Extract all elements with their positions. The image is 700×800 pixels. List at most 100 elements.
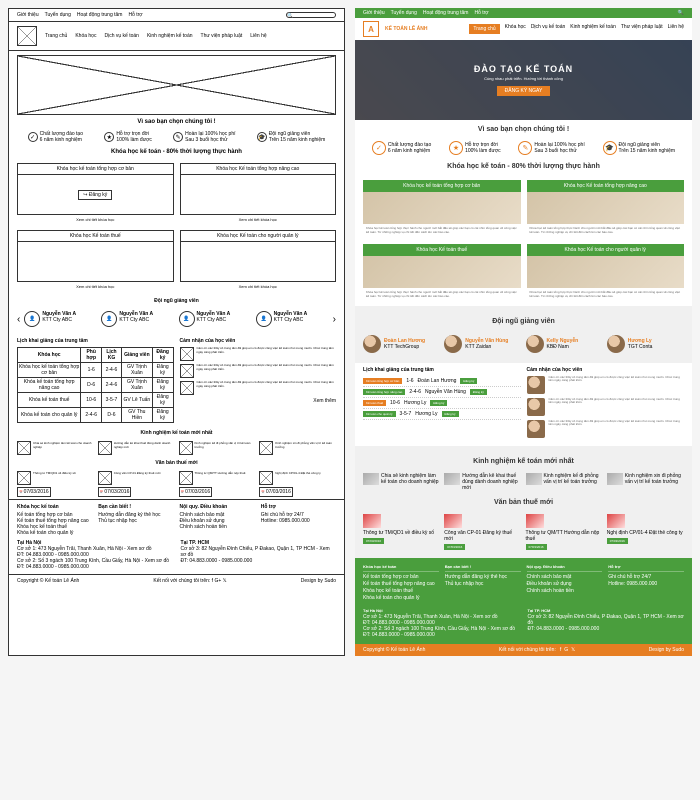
courses-grid: Khóa học kế toán tổng hợp cơ bản ↪ Đăng … [9, 159, 344, 295]
register-button[interactable]: Đăng ký [430, 400, 447, 406]
google-icon[interactable]: G+ [214, 578, 221, 584]
twitter-icon[interactable]: 𝕏 [223, 578, 227, 584]
nav-link[interactable]: Thư viện pháp luật [201, 33, 243, 39]
news-item[interactable]: Kinh nghiệm kế đi phỏng vấn vị trí kế to… [179, 441, 256, 455]
footer: Khóa học kế toánKế toán tổng hợp cơ bảnK… [9, 499, 344, 574]
news-item[interactable]: Kinh nghiệm xin đi phỏng vấn vị trí kế t… [259, 441, 336, 455]
top-link[interactable]: Hỗ trợ [128, 12, 142, 18]
docs-row: Thông tư TM/QD1 về điều kỳ số📅 07/03/201… [9, 469, 344, 499]
search-icon[interactable]: 🔍 [678, 10, 684, 16]
top-link[interactable]: Giới thiệu [17, 12, 39, 18]
nav-link[interactable]: Khóa học [75, 33, 96, 39]
main-nav: Trang chủ Khóa học Dịch vụ kế toán Kinh … [9, 22, 344, 51]
doc-item[interactable]: Thông tư TM/QD1 về điều kỳ số📅 07/03/201… [17, 471, 94, 497]
footer-col: Khóa học kế toánKế toán tổng hợp cơ bảnK… [363, 564, 439, 602]
doc-thumb [17, 471, 31, 485]
twitter-icon[interactable]: 𝕏 [571, 647, 575, 653]
course-card[interactable]: Khóa học Kế toán tổng hợp nâng caoKhóa h… [527, 180, 684, 238]
course-image [180, 175, 337, 215]
nav-link[interactable]: Liên hệ [668, 24, 684, 34]
register-link[interactable]: Đăng ký [152, 378, 173, 393]
course-image [363, 256, 520, 288]
teacher-card[interactable]: 👤Nguyễn Văn AKTT Cty ABC [179, 311, 252, 327]
facebook-icon[interactable]: f [212, 578, 213, 584]
doc-thumb [444, 514, 462, 528]
nav-link[interactable]: Liên hệ [250, 33, 266, 39]
top-link[interactable]: Hoạt động trung tâm [77, 12, 123, 18]
nav-link[interactable]: Dịch vụ kế toán [531, 24, 565, 34]
register-now-button[interactable]: ĐĂNG KÝ NGAY [497, 86, 551, 96]
nav-link[interactable]: Khóa học [505, 24, 526, 34]
course-card[interactable]: Khóa học kế toán tổng hợp cơ bảnKhóa học… [363, 180, 520, 238]
nav-link[interactable]: Dịch vụ kế toán [104, 33, 138, 39]
table-row: Khóa học kế toán tổng hợp cơ bản1-62-4-6… [18, 363, 174, 378]
register-button[interactable]: Đăng ký [460, 378, 477, 384]
topbar: Giới thiệu Tuyển dụng Hoạt động trung tâ… [355, 8, 692, 18]
testimonial-item: Cảm ơn các thầy cô trung tâm đã giúp em … [527, 376, 685, 394]
top-link[interactable]: Giới thiệu [363, 10, 385, 16]
register-button[interactable]: ↪ Đăng ký [78, 190, 112, 200]
doc-item[interactable]: Nghị định CP/01-4 Đặt thẻ công ty07/03/2… [607, 514, 684, 550]
logo-icon[interactable]: A [363, 21, 379, 37]
courses-grid: Khóa học kế toán tổng hợp cơ bảnKhóa học… [355, 176, 692, 306]
news-item[interactable]: Kinh nghiệm xin đi phỏng vấn vị trí kế t… [607, 473, 684, 491]
top-link[interactable]: Tuyển dụng [391, 10, 417, 16]
course-card[interactable]: Khóa học Kế toán tổng hợp nâng cao Xem c… [180, 163, 337, 224]
google-icon[interactable]: G [564, 647, 568, 653]
teacher-card[interactable]: Hương LyTGT Conta [607, 335, 684, 353]
testimonial-avatar [527, 376, 545, 394]
news-item[interactable]: Hướng dẫn kê khai thuế đúng dành doanh n… [444, 473, 521, 491]
news-item[interactable]: Chia sẻ kinh nghiệm làm kế toán cho doan… [17, 441, 94, 455]
news-thumb [607, 473, 623, 485]
doc-item[interactable]: Thông tư QM/TT Hướng dẫn nộp thuế📅 07/03… [179, 471, 256, 497]
facebook-icon[interactable]: f [560, 647, 561, 653]
nav-link[interactable]: Thư viện pháp luật [621, 24, 663, 34]
feature-item: ★Hỗ trợ trọn đời100% làm được [449, 141, 501, 155]
teacher-card[interactable]: 👤Nguyễn Văn AKTT Cty ABC [256, 311, 329, 327]
register-link[interactable]: Đăng ký [152, 393, 173, 408]
course-card[interactable]: Khóa học Kế toán cho người quản lýKhóa h… [527, 244, 684, 302]
register-link[interactable]: Đăng ký [152, 408, 173, 423]
doc-item[interactable]: Thông tư TM/QD1 về điều kỳ số07/03/2016 [363, 514, 440, 550]
teacher-card[interactable]: Đoàn Lan HươngKTT TechGroup [363, 335, 440, 353]
courses-title: Khóa học kế toán - 80% thời lượng thực h… [355, 163, 692, 170]
doc-item[interactable]: Công văn CP-01 Đăng ký thuế mới07/03/201… [444, 514, 521, 550]
search-input[interactable]: 🔍 [286, 12, 336, 18]
course-card[interactable]: Khóa học kế toán tổng hợp cơ bản ↪ Đăng … [17, 163, 174, 224]
feature-item: ★Hỗ trợ trọn đời100% làm được [104, 131, 152, 143]
feature-item: 🎓Đội ngũ giảng viênTrên 15 năm kinh nghi… [603, 141, 676, 155]
nav-link[interactable]: Trang chủ [469, 24, 499, 34]
course-card[interactable]: Khóa học Kế toán thuếKhóa học kế toán tổ… [363, 244, 520, 302]
nav-link[interactable]: Kinh nghiệm kế toán [570, 24, 616, 34]
teacher-card[interactable]: 👤Nguyễn Văn AKTT Cty ABC [101, 311, 174, 327]
calendar-icon: 📅 07/03/2016 [98, 487, 132, 497]
register-button[interactable]: Đăng ký [470, 389, 487, 395]
top-link[interactable]: Hỗ trợ [474, 10, 488, 16]
course-image [180, 242, 337, 282]
schedule-row: Kế toán thuế10-6Hương LyĐăng ký [363, 398, 521, 409]
prev-arrow-icon[interactable]: ‹ [17, 314, 20, 325]
nav-link[interactable]: Trang chủ [45, 33, 67, 39]
news-item[interactable]: Hướng dẫn kê khai thuế đúng dành doanh n… [98, 441, 175, 455]
logo-icon[interactable] [17, 26, 37, 46]
nav-link[interactable]: Kinh nghiệm kế toán [147, 33, 193, 39]
teacher-card[interactable]: Nguyễn Văn HùngKTT Zaidan [444, 335, 521, 353]
avatar [607, 335, 625, 353]
teacher-card[interactable]: Kelly NguyễnKBĐ Nam [526, 335, 603, 353]
next-arrow-icon[interactable]: › [333, 314, 336, 325]
news-thumb [17, 441, 31, 455]
top-link[interactable]: Tuyển dụng [45, 12, 71, 18]
course-card[interactable]: Khóa học Kế toán thuế Xem chi tiết khóa … [17, 230, 174, 291]
doc-item[interactable]: Nghị định CP/01-4 Đặt thẻ công ty📅 07/03… [259, 471, 336, 497]
news-item[interactable]: Chia sẻ kinh nghiệm làm kế toán cho doan… [363, 473, 440, 491]
register-link[interactable]: Đăng ký [152, 363, 173, 378]
news-item[interactable]: Kinh nghiệm kế đi phỏng vấn vị trí kế to… [526, 473, 603, 491]
see-more-link[interactable]: Xem thêm [313, 398, 336, 404]
course-card[interactable]: Khóa học Kế toán cho người quản lý Xem c… [180, 230, 337, 291]
register-button[interactable]: Đăng ký [442, 411, 459, 417]
doc-thumb [363, 514, 381, 528]
doc-item[interactable]: Thông tư QM/TT Hướng dẫn nộp thuế07/03/2… [526, 514, 603, 550]
top-link[interactable]: Hoạt động trung tâm [423, 10, 469, 16]
teacher-card[interactable]: 👤Nguyễn Văn AKTT Cty ABC [24, 311, 97, 327]
doc-item[interactable]: Công văn CP-01 Đăng ký thuế mới📅 07/03/2… [98, 471, 175, 497]
